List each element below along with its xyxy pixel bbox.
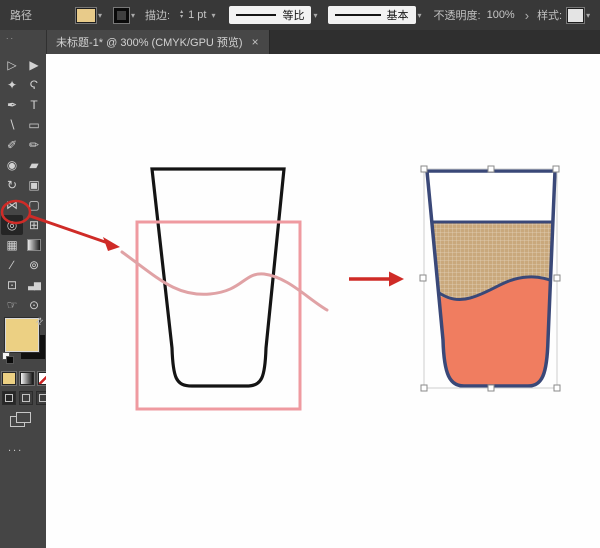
selection-handle[interactable] <box>553 274 561 282</box>
tool-highlight-ellipse <box>0 199 32 225</box>
step-arrow-head <box>389 271 404 287</box>
selection-handle[interactable] <box>420 384 428 392</box>
result-glass[interactable] <box>420 169 562 395</box>
tool-annotation <box>0 199 120 251</box>
annotation-arrow-head <box>103 237 120 251</box>
selection-handle[interactable] <box>419 274 427 282</box>
wave-path[interactable] <box>120 250 329 312</box>
illustrator-window: 路径 ▾ ▾ 描边: ▴ ▾ 1 pt ▾ 等比 ▾ 基本 ▾ 不透明度: 10… <box>0 0 600 548</box>
outline-glass-shape[interactable] <box>150 167 286 388</box>
annotation-arrow-line <box>29 214 109 245</box>
selection-handle[interactable] <box>487 165 495 173</box>
selection-handle[interactable] <box>487 384 495 392</box>
selection-handle[interactable] <box>553 384 561 392</box>
selection-handle[interactable] <box>420 165 428 173</box>
selection-handle[interactable] <box>552 165 560 173</box>
step-arrow <box>349 271 404 287</box>
artwork-layer <box>0 165 562 411</box>
